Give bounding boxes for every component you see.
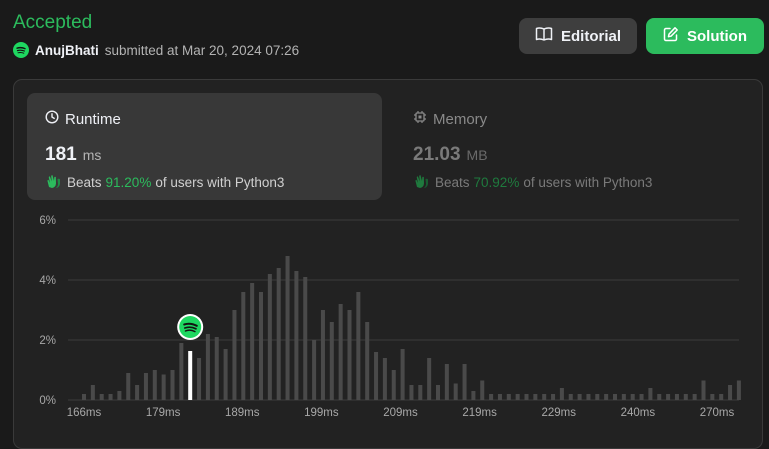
histogram-bar[interactable] <box>241 292 246 400</box>
histogram-bar[interactable] <box>462 364 467 400</box>
histogram-bar[interactable] <box>214 337 219 400</box>
histogram-bar[interactable] <box>223 349 228 400</box>
histogram-bar[interactable] <box>648 388 653 400</box>
histogram-bar[interactable] <box>728 385 733 400</box>
histogram-bar[interactable] <box>374 352 379 400</box>
histogram-bar[interactable] <box>232 310 237 400</box>
histogram-bar[interactable] <box>595 394 600 400</box>
histogram-bar[interactable] <box>418 385 423 400</box>
histogram-bar[interactable] <box>515 394 520 400</box>
histogram-bar[interactable] <box>674 394 679 400</box>
histogram-bar[interactable] <box>409 385 414 400</box>
histogram-bar[interactable] <box>489 394 494 400</box>
x-tick-label: 166ms <box>67 407 102 419</box>
x-tick-label: 270ms <box>700 407 735 419</box>
your-runtime-bar[interactable] <box>188 351 193 400</box>
histogram-bar[interactable] <box>82 394 86 400</box>
histogram-bar[interactable] <box>179 343 184 400</box>
histogram-bar[interactable] <box>586 394 591 400</box>
histogram-bar[interactable] <box>347 310 352 400</box>
histogram-bar[interactable] <box>577 394 582 400</box>
histogram-bar[interactable] <box>365 322 370 400</box>
x-tick-label: 199ms <box>304 407 339 419</box>
runtime-distribution-chart[interactable]: 0% 2% 4% 6% 166ms 179ms 189ms 199ms 209ms 219ms 22… <box>0 0 769 437</box>
histogram-bar[interactable] <box>736 380 741 401</box>
histogram-bar[interactable] <box>506 394 511 400</box>
histogram-bar[interactable] <box>170 370 175 400</box>
y-tick-label: 2% <box>39 335 56 347</box>
x-tick-label: 219ms <box>462 407 497 419</box>
histogram-bar[interactable] <box>259 292 263 400</box>
axis-labels: 0% 2% 4% 6% 166ms 179ms 189ms 199ms 209ms 219ms 22… <box>39 215 734 419</box>
histogram-bar[interactable] <box>533 394 538 400</box>
histogram-bar[interactable] <box>683 394 688 400</box>
histogram-bar[interactable] <box>497 394 502 400</box>
histogram-bar[interactable] <box>551 394 556 400</box>
histogram-bar[interactable] <box>639 394 644 400</box>
histogram-bar[interactable] <box>719 394 724 400</box>
histogram-bar[interactable] <box>276 268 281 400</box>
histogram-bar[interactable] <box>710 394 715 400</box>
histogram-bar[interactable] <box>143 373 148 400</box>
histogram-bar[interactable] <box>692 394 697 400</box>
histogram-bar[interactable] <box>356 292 361 400</box>
y-tick-label: 0% <box>39 395 56 407</box>
histogram-bar[interactable] <box>267 274 272 400</box>
histogram-bar[interactable] <box>666 394 671 400</box>
histogram-bar[interactable] <box>303 277 308 400</box>
y-tick-label: 6% <box>39 215 56 227</box>
histogram-bar[interactable] <box>542 394 547 400</box>
histogram-bar[interactable] <box>108 394 113 400</box>
histogram-bar[interactable] <box>90 385 95 400</box>
histogram-bar[interactable] <box>391 370 396 400</box>
histogram-bar[interactable] <box>382 358 387 400</box>
histogram-bar[interactable] <box>117 391 122 400</box>
histogram-bar[interactable] <box>444 364 449 400</box>
histogram-bar[interactable] <box>294 271 299 400</box>
histogram-bar[interactable] <box>436 385 440 400</box>
histogram-bar[interactable] <box>630 394 635 400</box>
histogram-bar[interactable] <box>621 394 626 400</box>
histogram-bar[interactable] <box>152 370 157 400</box>
histogram-bar[interactable] <box>657 394 662 400</box>
histogram-bar[interactable] <box>568 394 573 400</box>
histogram-bar[interactable] <box>400 349 405 400</box>
histogram-bar[interactable] <box>99 394 104 400</box>
spotify-avatar-icon[interactable] <box>177 314 204 340</box>
histogram-bar[interactable] <box>329 322 334 400</box>
x-tick-label: 189ms <box>225 407 260 419</box>
histogram-bar[interactable] <box>250 283 255 400</box>
x-tick-label: 229ms <box>541 407 576 419</box>
histogram-bar[interactable] <box>524 394 529 400</box>
x-tick-label: 179ms <box>146 407 181 419</box>
histogram-bar[interactable] <box>480 380 485 401</box>
histogram-bar[interactable] <box>320 310 325 400</box>
histogram-bar[interactable] <box>161 374 166 401</box>
histogram-bar[interactable] <box>471 391 476 400</box>
histogram-bar[interactable] <box>126 373 131 400</box>
histogram-bar[interactable] <box>135 385 140 400</box>
x-tick-label: 209ms <box>383 407 418 419</box>
y-tick-label: 4% <box>39 275 56 287</box>
histogram-bar[interactable] <box>312 340 317 400</box>
histogram-bar[interactable] <box>453 383 458 401</box>
histogram-bar[interactable] <box>197 358 202 400</box>
histogram-bar[interactable] <box>338 304 343 400</box>
histogram-bar[interactable] <box>427 358 432 400</box>
histogram-bar[interactable] <box>701 380 706 401</box>
histogram-bar[interactable] <box>285 256 290 400</box>
histogram-bar[interactable] <box>613 394 617 400</box>
histogram-bar[interactable] <box>205 334 210 400</box>
x-tick-label: 240ms <box>621 407 656 419</box>
histogram-bar[interactable] <box>559 388 564 400</box>
histogram-bar[interactable] <box>604 394 609 400</box>
